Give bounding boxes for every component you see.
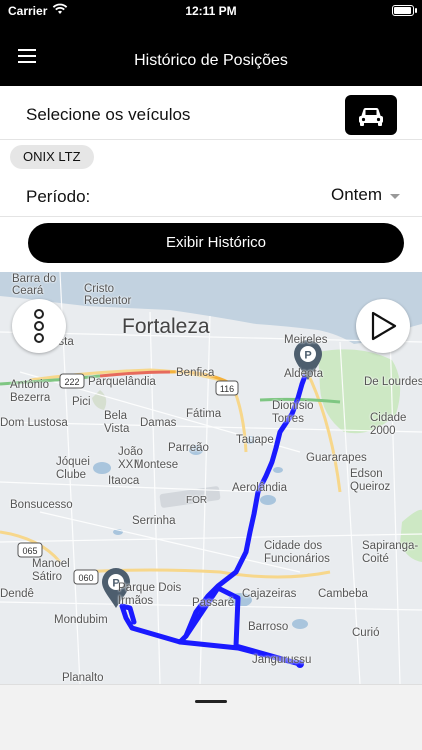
map-label: Jóquei Clube (56, 456, 90, 481)
map-label: Bonsucesso (10, 499, 73, 511)
vehicle-select-row: Selecione os veículos (0, 86, 422, 140)
map-label: Barra do Ceará (12, 273, 57, 297)
map-label: Mondubim (54, 614, 108, 626)
map-view[interactable]: 222 116 065 060 P P Barra do Ceará Cristo… (0, 272, 422, 684)
status-bar: Carrier 12:11 PM (0, 0, 422, 22)
map-label: Cristo Redentor (84, 283, 132, 307)
map-label: Itaoca (108, 475, 140, 487)
map-label: Parque Dois Irmãos (118, 582, 182, 607)
play-icon (371, 311, 397, 341)
map-label: Parquelândia (88, 376, 156, 388)
map-label: Dionísio Torres (272, 400, 314, 425)
period-row: Período: Ontem (0, 175, 422, 217)
battery-tip (415, 8, 417, 13)
bottom-sheet[interactable] (0, 684, 422, 750)
select-vehicle-button[interactable] (345, 95, 397, 135)
period-dropdown[interactable]: Ontem (331, 185, 400, 209)
map-label: Montese (134, 459, 179, 471)
chevron-down-icon (390, 194, 400, 199)
map-label: Parreão (168, 442, 209, 454)
map-label-city: Fortaleza (122, 315, 210, 338)
map-label: Jangurussu (252, 654, 312, 666)
svg-text:P: P (304, 350, 311, 362)
map-label: Serrinha (132, 515, 176, 527)
map-label: Fátima (186, 408, 222, 420)
map-label: Planalto (62, 672, 104, 684)
map-label: Manoel Sátiro (32, 558, 70, 583)
map-label: Dom Lustosa (0, 417, 68, 429)
map-label: Pici (72, 396, 91, 408)
play-route-button[interactable] (356, 299, 410, 353)
selected-vehicle-chip[interactable]: ONIX LTZ (10, 145, 94, 169)
map-label: Cidade dos Funcionários (264, 540, 330, 565)
period-label: Período: (26, 187, 91, 206)
map-label: Antônio Bezerra (10, 379, 51, 404)
map-label: Cajazeiras (242, 588, 297, 600)
map-label: Passaré (192, 597, 235, 609)
page-title: Histórico de Posições (134, 52, 288, 69)
map-label: Benfica (176, 367, 215, 379)
drag-handle-icon[interactable] (195, 700, 227, 703)
map-label: Cidade 2000 (370, 412, 407, 437)
map-label: Sapiranga- Coité (362, 540, 419, 565)
shield-116: 116 (220, 384, 234, 394)
clock: 12:11 PM (185, 4, 237, 18)
map-label: FOR (186, 495, 208, 506)
shield-222: 222 (64, 377, 79, 387)
map-label: Guararapes (306, 452, 367, 464)
map-label: De Lourdes (364, 376, 422, 388)
map-label: Aldeota (284, 368, 324, 380)
map-label: Edson Queiroz (350, 468, 391, 493)
car-icon (359, 108, 383, 126)
navigation-bar: Histórico de Posições (0, 22, 422, 86)
map-label: Barroso (248, 621, 289, 633)
map-label: Bela Vista (104, 410, 130, 435)
map-label: Meireles (284, 334, 328, 346)
map-options-button[interactable] (12, 299, 66, 353)
vehicle-select-label: Selecione os veículos (26, 105, 191, 124)
map-label: Tauape (236, 434, 274, 446)
shield-060: 060 (78, 573, 93, 583)
map-label: Damas (140, 417, 177, 429)
show-history-button[interactable]: Exibir Histórico (28, 223, 404, 263)
map-label: Cambeba (318, 588, 368, 600)
battery-icon (392, 5, 414, 16)
period-value: Ontem (330, 185, 382, 204)
map-label: Curió (352, 627, 380, 639)
shield-065: 065 (22, 546, 37, 556)
map-label: Aerolândia (232, 482, 287, 494)
map-label: Dendê (0, 588, 34, 600)
